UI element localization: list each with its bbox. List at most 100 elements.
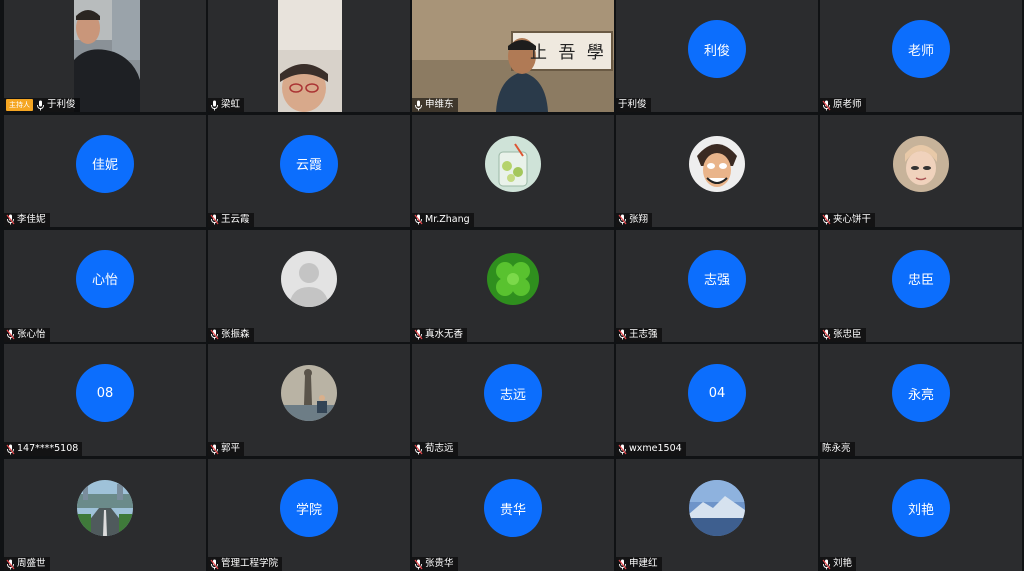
avatar: 学院 [280,479,338,537]
participant-name-label: 147****5108 [4,442,83,457]
participant-name-label: 梁虹 [208,98,245,112]
participant-name: 郭平 [221,443,241,455]
participant-name-label: 荀志远 [412,442,458,457]
participant-name-label: 王志强 [616,327,662,342]
video-feed: 止 吾 學 [412,0,614,112]
participant-tile[interactable]: 利俊于利俊 [616,0,818,112]
mic-icon [37,100,44,110]
statue-avatar-icon [281,365,337,422]
avatar: 心怡 [76,249,134,308]
participant-name: Mr.Zhang [425,213,470,225]
mic-muted-icon [414,559,423,569]
participant-tile[interactable]: 张振森 [208,229,410,342]
host-badge: 主持人 [6,99,33,111]
avatar: 老师 [892,20,950,78]
video-feed [208,0,410,112]
mic-muted-icon [6,329,15,340]
participant-name: 申维东 [425,99,454,110]
mic-muted-icon [6,444,15,455]
mic-muted-icon [618,329,627,340]
participant-name: 于利俊 [618,99,647,110]
avatar: 云霞 [280,134,338,193]
participant-tile[interactable]: 真水无香 [412,229,614,342]
participant-name: 管理工程学院 [221,558,279,569]
mic-muted-icon [414,214,423,225]
wall-calligraphy: 止 吾 學 [530,43,607,63]
participant-name: 147****5108 [17,443,79,455]
participant-name: 申建红 [629,558,658,569]
participant-tile[interactable]: 08 147****5108 [4,344,206,457]
participant-tile[interactable]: 贵华张贵华 [412,459,614,571]
participant-tile[interactable]: 佳妮李佳妮 [4,114,206,227]
participant-tile[interactable]: 永亮陈永亮 [820,344,1022,457]
participant-name-label: 王云霞 [208,212,254,227]
participant-tile[interactable]: 老师原老师 [820,0,1022,112]
participant-name-label: 申建红 [616,557,662,571]
avatar: 忠臣 [892,249,950,308]
default-user-avatar-icon [281,250,337,307]
mic-icon [211,100,218,110]
participant-name-label: 张心怡 [4,327,50,342]
avatar: 利俊 [688,20,746,78]
participant-name: 真水无香 [425,328,464,340]
participant-tile[interactable]: 申建红 [616,459,818,571]
participant-name-label: 李佳妮 [4,212,50,227]
mic-muted-icon [822,329,831,340]
participant-tile[interactable]: 忠臣 张忠臣 [820,229,1022,342]
mic-muted-icon [618,444,627,455]
participant-tile[interactable]: Mr.Zhang [412,114,614,227]
participant-name-label: wxme1504 [616,442,686,457]
participant-name-label: 张翔 [616,212,653,227]
participant-tile[interactable]: 周盛世 [4,459,206,571]
city-road-avatar-icon [77,480,133,536]
participant-tile[interactable]: 志强王志强 [616,229,818,342]
participant-tile[interactable]: 云霞王云霞 [208,114,410,227]
participant-name: 梁虹 [221,99,241,110]
participant-tile[interactable]: 止 吾 學申维东 [412,0,614,112]
participant-name: 周盛世 [17,558,46,569]
participant-name-label: 管理工程学院 [208,557,283,571]
drink-avatar-icon [485,135,541,192]
avatar: 志强 [688,249,746,308]
participant-tile[interactable]: 夹心饼干 [820,114,1022,227]
mic-muted-icon [210,214,219,225]
participant-name: 张心怡 [17,328,46,340]
mic-muted-icon [822,100,831,110]
mic-muted-icon [414,329,423,340]
participant-name: 荀志远 [425,443,454,455]
participant-tile[interactable]: 刘艳 刘艳 [820,459,1022,571]
avatar: 刘艳 [892,479,950,537]
avatar: 佳妮 [76,134,134,193]
avatar: 永亮 [892,364,950,423]
participant-name-label: 陈永亮 [820,442,855,457]
participant-name: 王云霞 [221,213,250,225]
participant-name-label: 刘艳 [820,557,857,571]
mic-muted-icon [210,444,219,455]
participant-name-label: 申维东 [412,98,458,112]
participant-name: 张贵华 [425,558,454,569]
participant-tile[interactable]: 张翔 [616,114,818,227]
participant-tile[interactable]: 04 wxme1504 [616,344,818,457]
participant-tile[interactable]: 主持人 于利俊 [4,0,206,112]
participant-name: 原老师 [833,99,862,110]
participant-name-label: 原老师 [820,98,866,112]
cartoon-face-avatar-icon [689,135,745,192]
participant-name-label: 主持人 于利俊 [4,98,80,112]
participant-tile[interactable]: 梁虹 [208,0,410,112]
clover-avatar-icon [485,250,541,307]
participant-tile[interactable]: 学院管理工程学院 [208,459,410,571]
participant-name: 张振森 [221,328,250,340]
avatar: 08 [76,364,134,423]
mic-muted-icon [618,214,627,225]
participant-name-label: 张振森 [208,327,254,342]
avatar: 志远 [484,364,542,423]
participant-tile[interactable]: 心怡张心怡 [4,229,206,342]
mountain-avatar-icon [689,480,745,536]
mic-muted-icon [6,214,15,225]
avatar: 贵华 [484,479,542,537]
participant-tile[interactable]: 志远荀志远 [412,344,614,457]
participant-name-label: 真水无香 [412,327,468,342]
participant-tile[interactable]: 郭平 [208,344,410,457]
video-feed [4,0,206,112]
participant-name: 陈永亮 [822,443,851,455]
